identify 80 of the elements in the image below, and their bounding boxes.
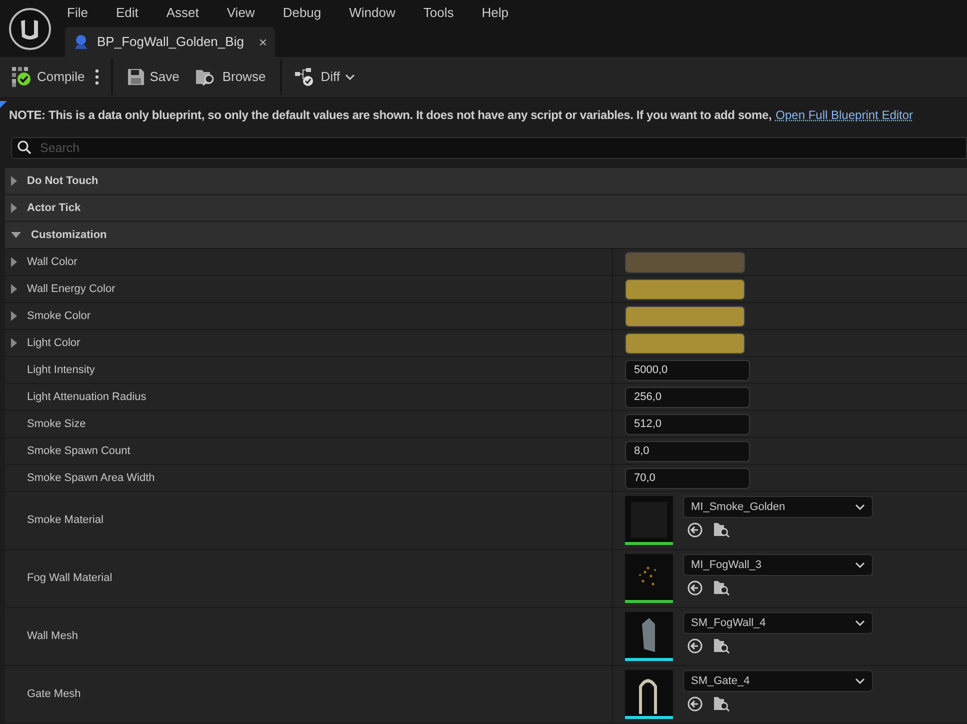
menu-item[interactable]: Debug	[276, 3, 328, 23]
search-icon	[17, 140, 32, 155]
asset-thumbnail[interactable]	[625, 554, 673, 603]
property-label: Wall Energy Color	[27, 282, 116, 297]
property-label: Light Color	[27, 336, 80, 351]
caret-icon	[855, 504, 865, 510]
use-selected-icon[interactable]	[687, 696, 703, 712]
save-button[interactable]: Save	[120, 62, 186, 92]
caret-icon	[855, 620, 865, 626]
menu-item[interactable]: Window	[342, 3, 402, 23]
golden-sparks-drawing	[639, 566, 656, 586]
menu-item[interactable]: Tools	[416, 3, 461, 23]
expand-arrow-icon[interactable]	[11, 284, 17, 294]
property-label: Light Attenuation Radius	[27, 390, 146, 405]
category-header[interactable]: Customization	[5, 222, 967, 249]
asset-dropdown[interactable]: SM_FogWall_4	[683, 612, 873, 634]
property-label: Smoke Material	[27, 513, 104, 528]
tab-label: BP_FogWall_Golden_Big	[97, 33, 245, 52]
number-field[interactable]: 5000,0	[625, 360, 750, 380]
expand-arrow-icon[interactable]	[11, 311, 17, 321]
color-swatch[interactable]	[625, 252, 745, 272]
property-label: Smoke Spawn Area Width	[27, 470, 155, 486]
number-field[interactable]: 256,0	[625, 386, 750, 408]
number-field[interactable]: 8,0	[625, 440, 750, 462]
use-selected-icon[interactable]	[687, 638, 703, 654]
caret-icon	[344, 74, 355, 80]
folder-search-icon[interactable]	[713, 580, 730, 596]
property-label: Wall Mesh	[27, 629, 78, 644]
more-options-icon[interactable]	[94, 69, 99, 85]
asset-dropdown[interactable]: MI_FogWall_3	[683, 554, 873, 576]
expand-arrow-icon[interactable]	[11, 176, 17, 186]
folder-search-icon[interactable]	[713, 638, 730, 654]
property-label: Light Intensity	[27, 362, 95, 378]
property-label: Gate Mesh	[27, 687, 81, 702]
category-header[interactable]: Actor Tick	[5, 195, 967, 222]
property-label: Smoke Spawn Count	[27, 444, 130, 459]
note-text: NOTE: This is a data only blueprint, so only the default values are shown. It does not have any script or variables. If you want to add some,	[9, 106, 772, 124]
asset-dropdown[interactable]: SM_Gate_4	[683, 670, 873, 692]
asset-dropdown[interactable]: MI_Smoke_Golden	[683, 496, 873, 518]
close-button[interactable]: ×	[258, 32, 267, 52]
color-swatch[interactable]	[625, 278, 745, 300]
menu-item[interactable]: View	[220, 3, 262, 23]
menu-item[interactable]: Asset	[159, 3, 206, 23]
search-field[interactable]: Search	[11, 137, 967, 159]
menu-item[interactable]: Edit	[108, 3, 146, 23]
color-swatch[interactable]	[625, 332, 745, 354]
diff-button[interactable]: Diff	[288, 62, 361, 92]
menu-item[interactable]: Help	[474, 3, 516, 23]
property-label: Wall Color	[27, 254, 78, 270]
expand-arrow-icon[interactable]	[11, 257, 17, 267]
category-header[interactable]: Do Not Touch	[5, 168, 967, 195]
number-field[interactable]: 512,0	[625, 414, 750, 434]
use-selected-icon[interactable]	[687, 522, 703, 538]
number-field[interactable]: 70,0	[625, 468, 750, 488]
asset-thumbnail[interactable]	[625, 496, 673, 545]
property-label: Smoke Color	[27, 308, 91, 324]
diff-icon	[294, 67, 316, 87]
browse-button[interactable]: Browse	[189, 62, 272, 92]
compile-success-icon	[12, 67, 32, 87]
open-blueprint-editor-link[interactable]: Open Full Blueprint Editor	[776, 106, 914, 124]
folder-search-icon[interactable]	[713, 696, 730, 712]
caret-icon	[855, 678, 865, 684]
engine-logo-icon[interactable]	[8, 6, 52, 50]
menu-item[interactable]: File	[60, 3, 95, 23]
color-swatch[interactable]	[625, 306, 745, 326]
blueprint-icon	[73, 34, 89, 50]
asset-thumbnail[interactable]	[625, 612, 673, 661]
property-label: Smoke Size	[27, 416, 86, 432]
folder-search-icon[interactable]	[713, 522, 730, 538]
use-selected-icon[interactable]	[687, 580, 703, 596]
arch-mesh-drawing	[639, 679, 657, 714]
collapse-arrow-icon[interactable]	[11, 232, 21, 238]
expand-arrow-icon[interactable]	[11, 203, 17, 213]
document-tab[interactable]: BP_FogWall_Golden_Big ×	[65, 27, 275, 57]
asset-thumbnail[interactable]	[625, 670, 673, 719]
slab-mesh-drawing	[642, 618, 655, 652]
compile-button[interactable]: Compile	[6, 62, 91, 92]
expand-arrow-icon[interactable]	[11, 338, 17, 348]
property-label: Fog Wall Material	[27, 571, 112, 586]
caret-icon	[855, 562, 865, 568]
